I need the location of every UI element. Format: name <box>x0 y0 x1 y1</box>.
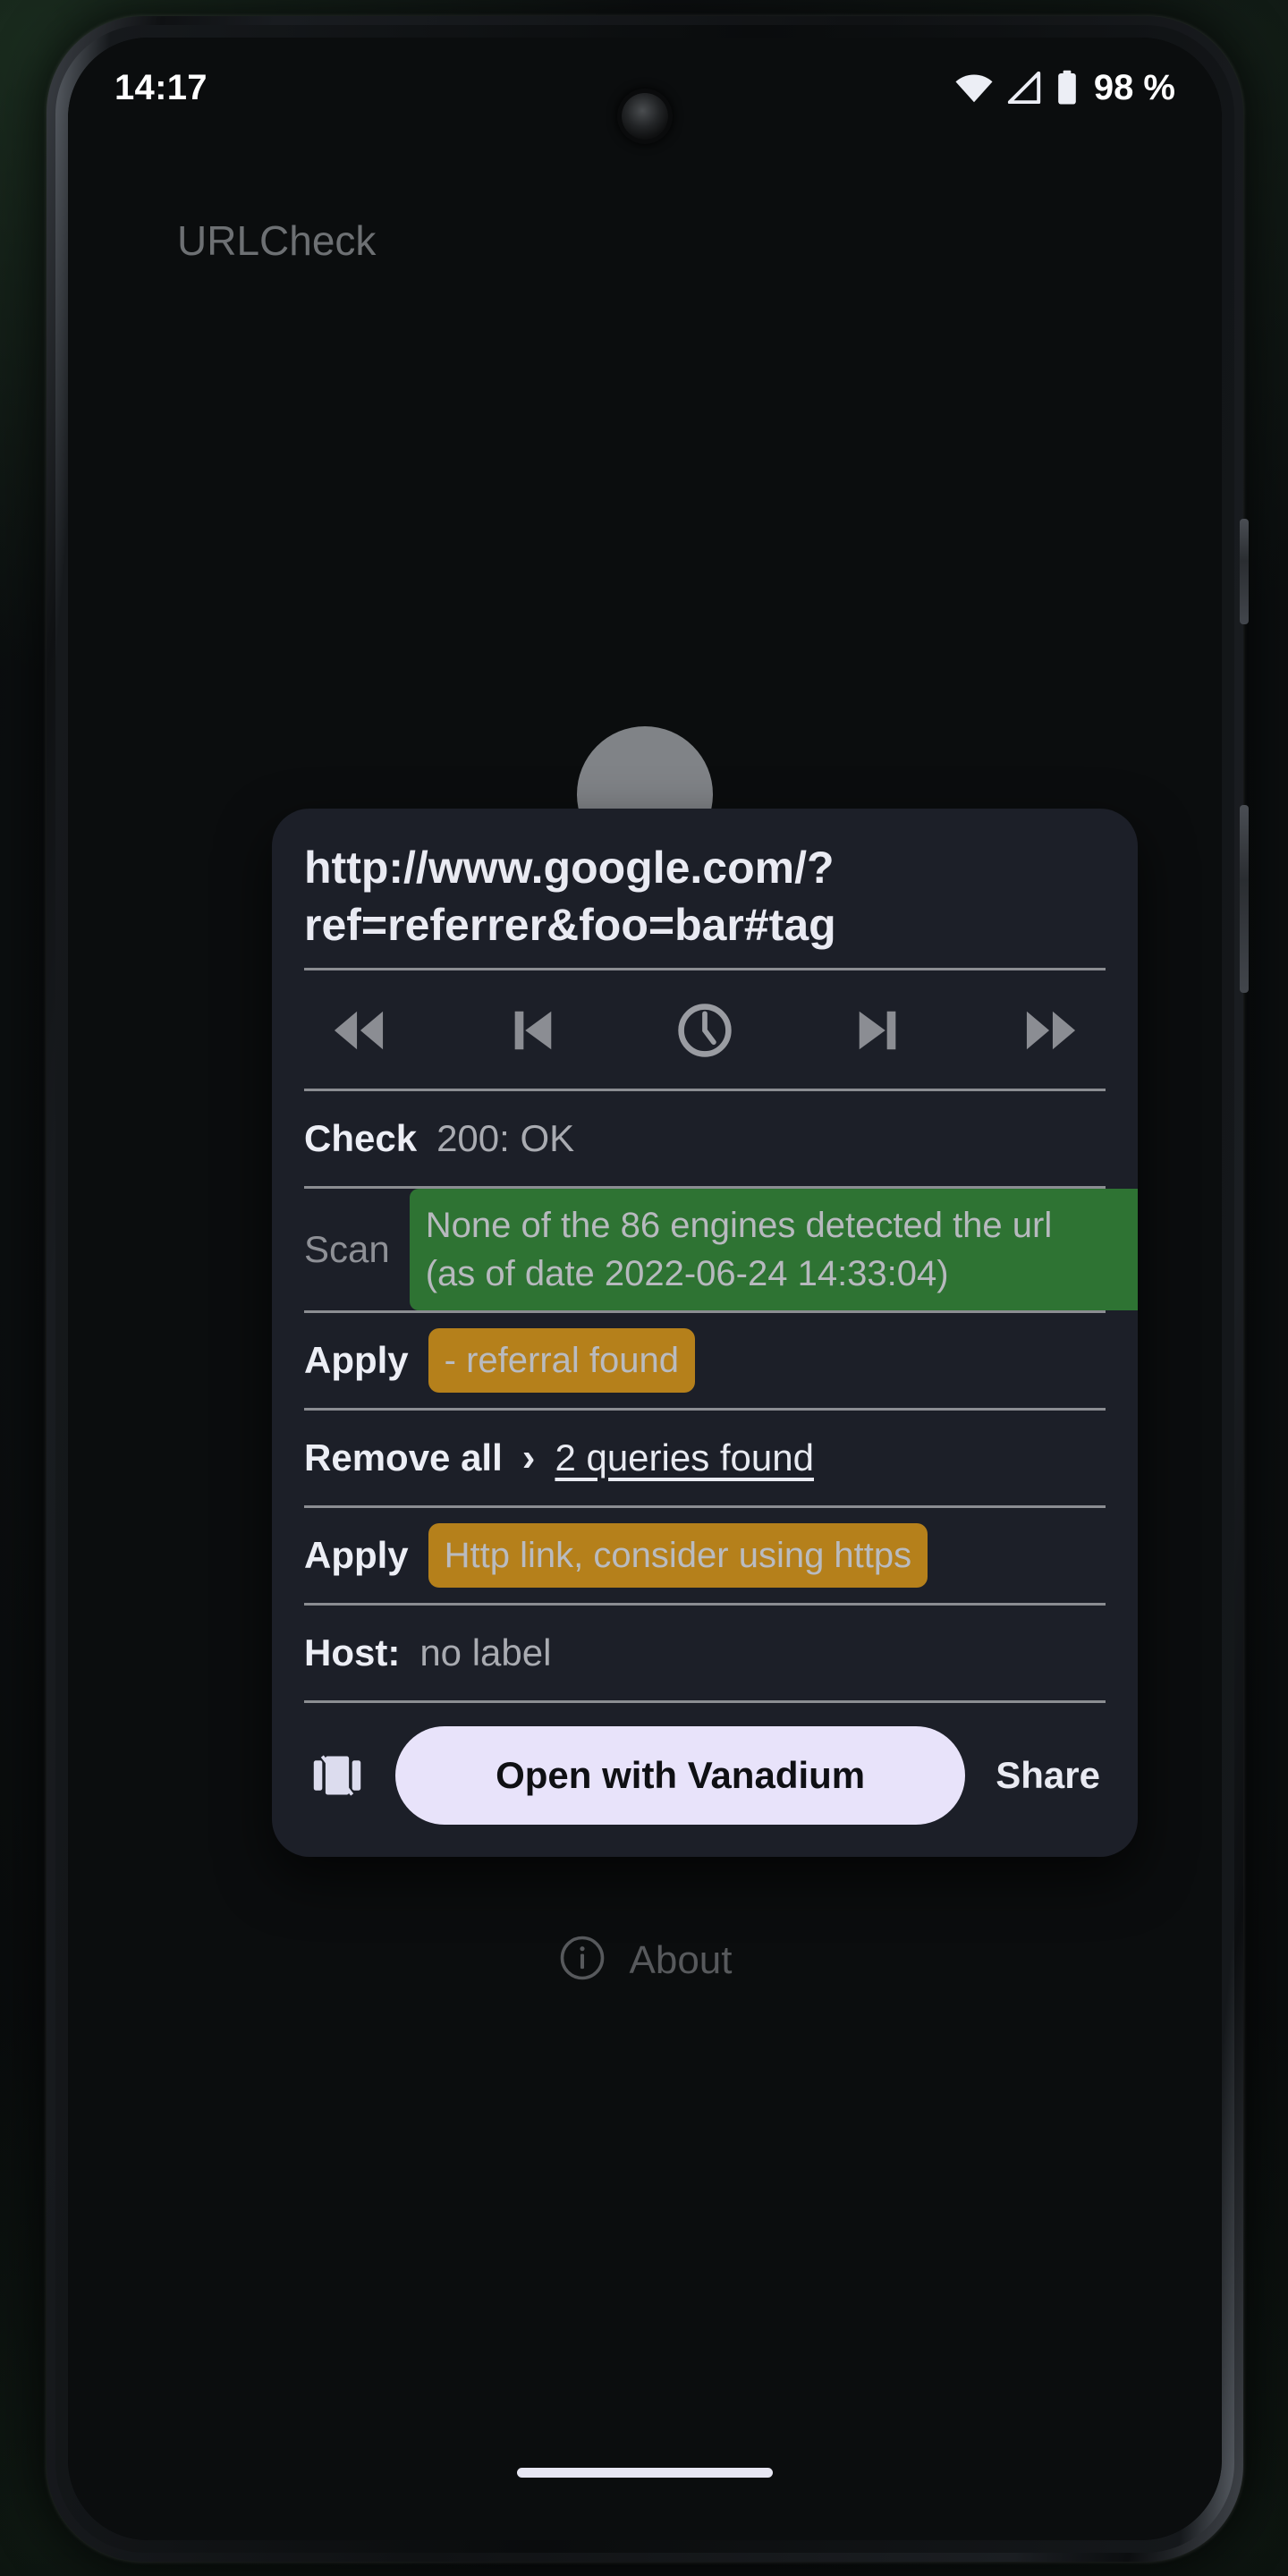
queries-found-link[interactable]: 2 queries found <box>555 1436 814 1479</box>
about-label: About <box>629 1937 733 1982</box>
dialog-url-title: http://www.google.com/?ref=referrer&foo=… <box>304 843 836 950</box>
wifi-icon <box>954 72 994 104</box>
row-scan[interactable]: Scan None of the 86 engines detected the… <box>272 1189 1138 1310</box>
rewind-icon[interactable] <box>320 992 397 1069</box>
check-label: Check <box>304 1117 418 1159</box>
front-camera-punch-hole <box>622 93 668 140</box>
gesture-navigation-bar[interactable] <box>517 2468 773 2478</box>
share-button[interactable]: Share <box>990 1754 1106 1797</box>
dialog-action-bar: Open with Vanadium Share <box>272 1703 1138 1857</box>
clock-icon[interactable] <box>666 992 743 1069</box>
row-host[interactable]: Host: no label <box>272 1606 1138 1700</box>
referral-badge[interactable]: - referral found <box>428 1328 696 1393</box>
check-value: 200: OK <box>436 1117 575 1159</box>
phone-screen: 14:17 98 % URLCheck About http://www.goo… <box>68 38 1222 2540</box>
skip-previous-icon[interactable] <box>494 992 571 1069</box>
https-warning-badge[interactable]: Http link, consider using https <box>428 1523 928 1588</box>
row-check[interactable]: Check 200: OK <box>272 1091 1138 1186</box>
skip-next-icon[interactable] <box>840 992 917 1069</box>
scan-label: Scan <box>304 1228 390 1270</box>
apply-https-label: Apply <box>304 1534 409 1576</box>
scan-result-badge: None of the 86 engines detected the url … <box>409 1189 1138 1310</box>
fast-forward-icon[interactable] <box>1013 992 1089 1069</box>
info-circle-icon <box>558 1934 606 1987</box>
about-row[interactable]: About <box>68 1934 1222 1987</box>
remove-all-label: Remove all <box>304 1436 503 1479</box>
status-indicators: 98 % <box>954 68 1175 108</box>
scan-result-line2: (as of date 2022-06-24 14:33:04) <box>425 1254 949 1293</box>
open-with-apps-icon[interactable] <box>304 1742 370 1809</box>
volume-rocker[interactable] <box>1240 805 1249 993</box>
power-button[interactable] <box>1240 519 1249 624</box>
battery-percent: 98 % <box>1093 67 1175 107</box>
row-apply-referral[interactable]: Apply - referral found <box>272 1313 1138 1408</box>
host-value: no label <box>419 1631 552 1674</box>
url-details-dialog: http://www.google.com/?ref=referrer&foo=… <box>272 809 1138 1857</box>
row-remove-all[interactable]: Remove all › 2 queries found <box>272 1411 1138 1505</box>
url-history-nav-row <box>272 970 1138 1089</box>
photo-scene: 14:17 98 % URLCheck About http://www.goo… <box>0 0 1288 2576</box>
apply-referral-label: Apply <box>304 1339 409 1381</box>
page-title: URLCheck <box>177 217 377 264</box>
app-surface: 14:17 98 % URLCheck About http://www.goo… <box>68 38 1222 2540</box>
queries-link-group[interactable]: › 2 queries found <box>522 1436 814 1480</box>
status-clock: 14:17 <box>114 67 208 107</box>
open-with-vanadium-button[interactable]: Open with Vanadium <box>395 1726 966 1825</box>
scan-result-line1: None of the 86 engines detected the url <box>425 1206 1053 1245</box>
host-label: Host: <box>304 1631 401 1674</box>
chevron-right-icon: › <box>521 1436 536 1479</box>
cell-signal-icon <box>1006 72 1042 104</box>
row-apply-https[interactable]: Apply Http link, consider using https <box>272 1508 1138 1603</box>
battery-icon <box>1055 70 1080 106</box>
